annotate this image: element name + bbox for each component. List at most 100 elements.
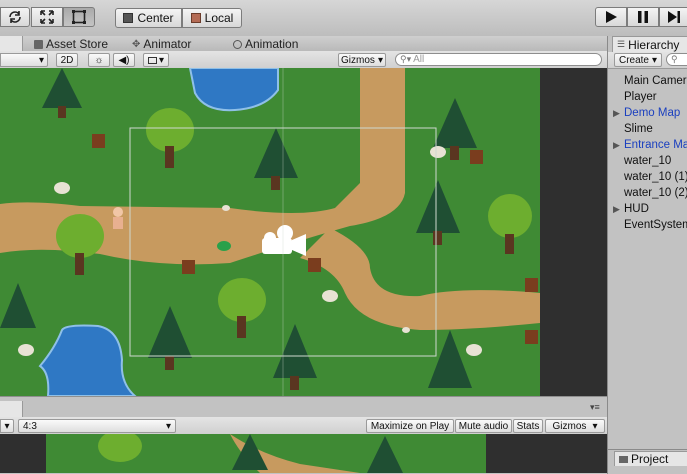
chevron-down-icon: ▾ <box>651 54 658 66</box>
pivot-icon <box>123 13 134 23</box>
pivot-label: Center <box>137 11 174 25</box>
step-button[interactable] <box>659 7 687 27</box>
hierarchy-item[interactable]: ▶ HUD <box>613 201 687 217</box>
hierarchy-item-label: EventSystem <box>624 219 687 231</box>
panel-menu-icon[interactable]: ▾≡ <box>590 402 600 413</box>
rect-tool-button[interactable] <box>63 7 95 27</box>
folder-icon <box>619 455 628 463</box>
scene-view[interactable] <box>0 68 607 396</box>
scale-icon <box>40 10 54 24</box>
hierarchy-tab-label: Hierarchy <box>628 37 680 52</box>
hierarchy-item-label: Entrance Map <box>624 139 687 151</box>
tab-project[interactable]: Project <box>614 451 687 466</box>
hierarchy-item[interactable]: ▶ Demo Map <box>613 105 687 121</box>
scene-tab-strip: Asset Store ✥ Animator Animation <box>0 36 607 52</box>
hierarchy-item[interactable]: water_10 (1) <box>613 169 687 185</box>
cube-icon <box>190 13 201 23</box>
hierarchy-item-label: Slime <box>624 123 653 135</box>
hierarchy-item-label: Main Camera <box>624 75 687 87</box>
game-view[interactable] <box>0 434 607 473</box>
game-gizmos-label: Gizmos <box>552 420 587 432</box>
sun-icon: ☼ <box>94 54 104 66</box>
game-gizmos-dropdown[interactable]: Gizmos ▾ <box>545 419 605 433</box>
hierarchy-panel: ☰ Hierarchy Create ▾ ⚲ Main Camera Player… <box>607 36 687 450</box>
scale-tool-button[interactable] <box>31 7 63 27</box>
game-toolbar: ▾ 4:3 ▾ Maximize on Play Mute audio Stat… <box>0 417 607 435</box>
gizmos-label: Gizmos <box>341 54 375 66</box>
stats-toggle[interactable]: Stats <box>513 419 543 433</box>
expand-arrow-icon[interactable]: ▶ <box>613 201 624 217</box>
slime-sprite <box>217 241 231 251</box>
pivot-center-button[interactable]: Center <box>115 8 182 28</box>
audio-toggle[interactable]: ◀) <box>113 53 135 67</box>
hierarchy-item[interactable]: EventSystem <box>613 217 687 233</box>
display-dropdown[interactable]: ▾ <box>0 419 14 433</box>
expand-arrow-icon[interactable]: ▶ <box>613 137 624 153</box>
search-icon: ⚲ <box>671 54 678 64</box>
aspect-label: 4:3 <box>23 420 37 432</box>
lighting-toggle[interactable]: ☼ <box>88 53 110 67</box>
create-dropdown[interactable]: Create ▾ <box>614 53 662 67</box>
player-sprite <box>113 207 123 229</box>
tab-animation-label: Animation <box>245 37 299 51</box>
tab-hierarchy[interactable]: ☰ Hierarchy <box>612 36 687 52</box>
tab-animator[interactable]: ✥ Animator <box>132 36 191 52</box>
speaker-icon: ◀) <box>118 54 130 66</box>
tab-asset-store[interactable]: Asset Store <box>34 36 108 52</box>
hierarchy-item[interactable]: Player <box>613 89 687 105</box>
bag-icon <box>34 39 43 49</box>
scene-dark-area <box>540 68 607 396</box>
scene-toolbar: ▾ 2D ☼ ◀) ▾ Gizmos ▾ ⚲▾ All <box>0 51 607 69</box>
hierarchy-item[interactable]: ▶Entrance Map <box>613 137 687 153</box>
hierarchy-item[interactable]: Slime <box>613 121 687 137</box>
project-panel: Project <box>607 449 687 474</box>
image-icon <box>147 56 157 64</box>
effects-dropdown[interactable]: ▾ <box>143 53 169 67</box>
rect-tool-icon <box>72 10 86 24</box>
rotate-icon <box>9 11 21 23</box>
hierarchy-item-label: HUD <box>624 203 649 215</box>
gizmos-dropdown[interactable]: Gizmos ▾ <box>338 53 386 67</box>
chevron-down-icon: ▾ <box>4 420 10 432</box>
maximize-on-play-toggle[interactable]: Maximize on Play <box>366 419 454 433</box>
hierarchy-list: Main Camera Player ▶ Demo Map Slime ▶ Entrance… <box>613 73 687 233</box>
chevron-down-icon: ▾ <box>165 420 171 432</box>
mute-audio-toggle[interactable]: Mute audio <box>455 419 512 433</box>
project-tab-label: Project <box>631 452 669 466</box>
space-label: Local <box>204 11 234 25</box>
pause-icon <box>638 11 648 23</box>
hierarchy-item[interactable]: water_10 <box>613 153 687 169</box>
hierarchy-item[interactable]: water_10 (2) <box>613 185 687 201</box>
chevron-down-icon: ▾ <box>377 54 383 66</box>
expand-arrow-icon[interactable]: ▶ <box>613 105 624 121</box>
hierarchy-search-input[interactable]: ⚲ <box>666 53 687 66</box>
space-local-button[interactable]: Local <box>182 8 242 28</box>
chevron-down-icon: ▾ <box>38 54 44 66</box>
tab-animator-label: Animator <box>143 37 192 51</box>
draw-mode-dropdown[interactable]: ▾ <box>0 53 48 67</box>
search-placeholder: All <box>413 54 425 65</box>
hierarchy-item-label: water_10 (1) <box>624 171 687 183</box>
animator-icon: ✥ <box>132 38 141 50</box>
play-icon <box>606 11 617 23</box>
clock-icon <box>233 39 242 49</box>
hierarchy-item-label: Demo Map <box>624 107 681 119</box>
chevron-down-icon: ▾ <box>158 54 165 66</box>
chevron-down-icon: ▾ <box>592 420 598 432</box>
main-toolbar: Center Local <box>0 0 687 37</box>
hierarchy-toolbar: Create ▾ ⚲ <box>608 52 687 69</box>
step-icon <box>668 11 680 23</box>
mode-2d-toggle[interactable]: 2D <box>56 53 78 67</box>
scene-map <box>0 68 607 396</box>
aspect-dropdown[interactable]: 4:3 ▾ <box>18 419 176 433</box>
tab-game[interactable] <box>0 401 23 417</box>
hierarchy-item[interactable]: Main Camera <box>613 73 687 89</box>
rotate-tool-button[interactable] <box>0 7 30 27</box>
scene-search-input[interactable]: ⚲▾ All <box>395 53 602 66</box>
tab-animation[interactable]: Animation <box>233 36 298 52</box>
play-button[interactable] <box>595 7 627 27</box>
hierarchy-item-label: water_10 (2) <box>624 187 687 199</box>
tab-scene[interactable] <box>0 36 23 51</box>
pause-button[interactable] <box>627 7 659 27</box>
game-tab-strip: ▾≡ <box>0 396 607 417</box>
